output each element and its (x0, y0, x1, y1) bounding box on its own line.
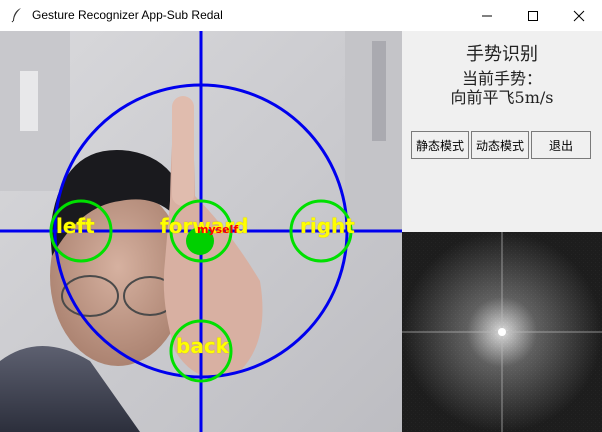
close-button[interactable] (556, 0, 602, 31)
current-gesture-label: 当前手势： (461, 69, 542, 88)
left-zone-label: left (56, 214, 95, 238)
right-zone-label: right (300, 214, 355, 238)
close-icon (573, 10, 585, 21)
panel-title: 手势识别 (466, 44, 538, 65)
current-gesture-value: 向前平飞5m/s (450, 88, 554, 107)
current-gesture: 当前手势： 向前平飞5m/s (402, 69, 602, 107)
minimize-icon (482, 15, 492, 16)
minimize-button[interactable] (464, 0, 510, 31)
static-mode-button[interactable]: 静态模式 (411, 131, 469, 159)
fourier-spectrum (402, 232, 602, 432)
exit-button[interactable]: 退出 (531, 131, 591, 159)
spectrum-image (402, 232, 602, 432)
camera-feed: left right forward back myself (0, 31, 402, 432)
title-bar: Gesture Recognizer App-Sub Redal (0, 0, 602, 32)
maximize-button[interactable] (510, 0, 556, 31)
control-panel: 手势识别 当前手势： 向前平飞5m/s 静态模式 动态模式 退出 (402, 31, 602, 232)
window-title: Gesture Recognizer App-Sub Redal (32, 8, 223, 22)
marker-label: myself (197, 223, 239, 236)
maximize-icon (528, 10, 538, 21)
feather-icon (11, 8, 21, 23)
dynamic-mode-button[interactable]: 动态模式 (471, 131, 529, 159)
back-zone-label: back (176, 334, 229, 358)
